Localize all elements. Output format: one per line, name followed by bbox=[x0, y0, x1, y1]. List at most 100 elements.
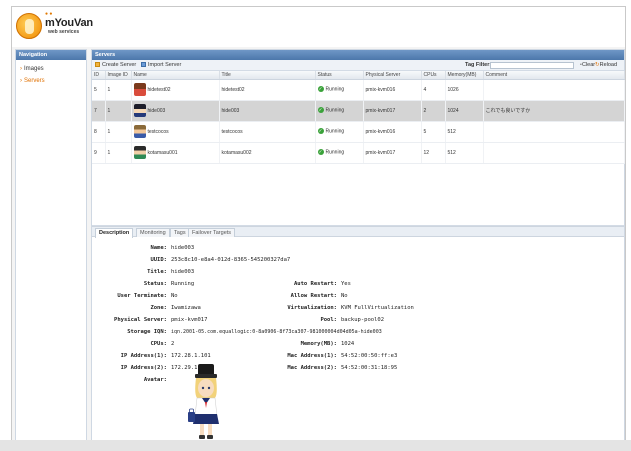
cell-name: testcocos bbox=[131, 121, 220, 143]
status-value: Running bbox=[171, 280, 195, 287]
column-header-memory[interactable]: Memory(MB) bbox=[445, 71, 484, 80]
column-header-physical-server[interactable]: Physical Server bbox=[363, 71, 422, 80]
cpus-value: 2 bbox=[171, 340, 175, 347]
arrow-right-icon: › bbox=[20, 66, 22, 72]
cell-status-text: Running bbox=[325, 128, 345, 135]
cell-physical-server: pmix-kvm017 bbox=[363, 100, 422, 122]
column-header-id[interactable]: ID bbox=[92, 71, 106, 80]
cell-physical-server: pmix-kvm016 bbox=[363, 121, 422, 143]
grid-empty-area bbox=[92, 163, 624, 226]
import-server-button[interactable]: Import Server bbox=[141, 60, 181, 71]
servers-table: ID Image ID Name Title Status Physical S… bbox=[92, 71, 625, 164]
logo-icon bbox=[16, 13, 42, 39]
cell-title: kotamasu002 bbox=[219, 142, 316, 164]
column-header-title[interactable]: Title bbox=[219, 71, 316, 80]
cpus-label: CPUs: bbox=[150, 340, 167, 347]
pencil-icon bbox=[95, 62, 100, 68]
check-icon: ✓ bbox=[317, 86, 324, 93]
column-header-cpus[interactable]: CPUs bbox=[421, 71, 446, 80]
avatar-thumbnail-icon bbox=[133, 125, 146, 138]
ip-address-1-value: 172.28.1.101 bbox=[171, 352, 211, 359]
cell-image-id: 1 bbox=[105, 100, 132, 122]
clear-button[interactable]: ▪Clear bbox=[580, 60, 595, 71]
title-value: hide003 bbox=[171, 268, 195, 275]
servers-panel: Servers Create Server Import Server Tag … bbox=[91, 49, 625, 445]
virtualization-label: Virtualization: bbox=[287, 304, 337, 311]
avatar-label: Avatar: bbox=[143, 376, 167, 383]
check-icon: ✓ bbox=[317, 149, 324, 156]
allow-restart-label: Allow Restart: bbox=[290, 292, 337, 299]
cell-status: ✓ Running bbox=[315, 121, 364, 143]
cell-name-text: testcocos bbox=[147, 128, 169, 135]
import-icon bbox=[141, 62, 146, 68]
cell-id: 7 bbox=[92, 100, 106, 122]
cell-physical-server: pmix-kvm017 bbox=[363, 142, 422, 164]
tab-tags[interactable]: Tags bbox=[170, 227, 190, 237]
cell-title: hide003 bbox=[219, 100, 316, 122]
cell-image-id: 1 bbox=[105, 79, 132, 101]
import-server-label: Import Server bbox=[148, 62, 182, 68]
cell-memory: 1026 bbox=[445, 79, 484, 101]
cell-name-text: hidetest02 bbox=[147, 86, 171, 93]
table-row[interactable]: 8 1 testcocos testcocos ✓ Running pmix-kv… bbox=[92, 121, 625, 143]
cell-status-text: Running bbox=[325, 149, 345, 156]
sidebar-item-images[interactable]: › Images bbox=[16, 63, 86, 75]
cell-name: kotamasu001 bbox=[131, 142, 220, 164]
navigation-panel: Navigation › Images › Servers bbox=[15, 49, 87, 445]
memory-value: 1024 bbox=[341, 340, 355, 347]
cell-physical-server: pmix-kvm016 bbox=[363, 79, 422, 101]
cell-name: hidetest02 bbox=[131, 79, 220, 101]
sidebar-item-label: Images bbox=[24, 66, 44, 72]
cell-comment bbox=[483, 121, 625, 143]
cell-name: hide003 bbox=[131, 100, 220, 122]
column-header-image-id[interactable]: Image ID bbox=[105, 71, 132, 80]
create-server-button[interactable]: Create Server bbox=[95, 60, 136, 71]
avatar-thumbnail-icon bbox=[133, 104, 146, 117]
storage-iqn-value: iqn.2001-05.com.equallogic:0-8a0906-8f73… bbox=[171, 328, 382, 335]
column-header-status[interactable]: Status bbox=[315, 71, 364, 80]
arrow-right-icon: › bbox=[20, 78, 22, 84]
cell-id: 8 bbox=[92, 121, 106, 143]
storage-iqn-label: Storage IQN: bbox=[127, 328, 167, 335]
cell-title: testcocos bbox=[219, 121, 316, 143]
column-header-name[interactable]: Name bbox=[131, 71, 220, 80]
physical-server-value: pmix-kvm017 bbox=[171, 316, 208, 323]
uuid-value: 253c8c10-e8a4-012d-8365-545200327da7 bbox=[171, 256, 291, 263]
tag-filter-input[interactable] bbox=[490, 62, 574, 69]
table-row[interactable]: 5 1 hidetest02 hidetest02 ✓ Running pmix-… bbox=[92, 79, 625, 101]
tab-failover-targets[interactable]: Failover Targets bbox=[188, 227, 236, 237]
cell-comment bbox=[483, 79, 625, 101]
table-header-row: ID Image ID Name Title Status Physical S… bbox=[92, 71, 625, 80]
virtualization-value: KVM FullVirtualization bbox=[341, 304, 414, 311]
cell-status-text: Running bbox=[325, 107, 345, 114]
cell-status: ✓ Running bbox=[315, 142, 364, 164]
ip-address-2-label: IP Address(2): bbox=[120, 364, 167, 371]
cell-cpus: 2 bbox=[421, 100, 446, 122]
app-window: ● ● mYouVan web services Navigation › Ima… bbox=[11, 6, 626, 447]
cell-memory: 1024 bbox=[445, 100, 484, 122]
pool-value: backup-pool02 bbox=[341, 316, 385, 323]
cell-id: 5 bbox=[92, 79, 106, 101]
column-header-comment[interactable]: Comment bbox=[483, 71, 625, 80]
navigation-title: Navigation bbox=[16, 50, 86, 60]
cell-cpus: 4 bbox=[421, 79, 446, 101]
cell-name-text: hide003 bbox=[147, 107, 166, 114]
cell-memory: 512 bbox=[445, 121, 484, 143]
table-row[interactable]: 9 1 kotamasu001 kotamasu002 ✓ Running pmi… bbox=[92, 142, 625, 164]
cell-title: hidetest02 bbox=[219, 79, 316, 101]
description-panel: Name: hide003 UUID: 253c8c10-e8a4-012d-8… bbox=[92, 237, 624, 451]
table-row[interactable]: 7 1 hide003 hide003 ✓ Running pmix-kvm017… bbox=[92, 100, 625, 122]
sidebar-item-servers[interactable]: › Servers bbox=[16, 75, 86, 87]
reload-button[interactable]: ↻Reload bbox=[595, 60, 617, 71]
tag-filter-label: Tag Filter: bbox=[465, 62, 492, 68]
cell-image-id: 1 bbox=[105, 142, 132, 164]
cell-status: ✓ Running bbox=[315, 79, 364, 101]
memory-label: Memory(MB): bbox=[300, 340, 337, 347]
tab-monitoring[interactable]: Monitoring bbox=[136, 227, 170, 237]
check-icon: ✓ bbox=[317, 107, 324, 114]
cell-cpus: 5 bbox=[421, 121, 446, 143]
title-label: Title: bbox=[147, 268, 167, 275]
auto-restart-value: Yes bbox=[341, 280, 351, 287]
header: ● ● mYouVan web services bbox=[12, 7, 625, 47]
detail-tabs: Description Monitoring Tags Failover Tar… bbox=[92, 225, 624, 238]
